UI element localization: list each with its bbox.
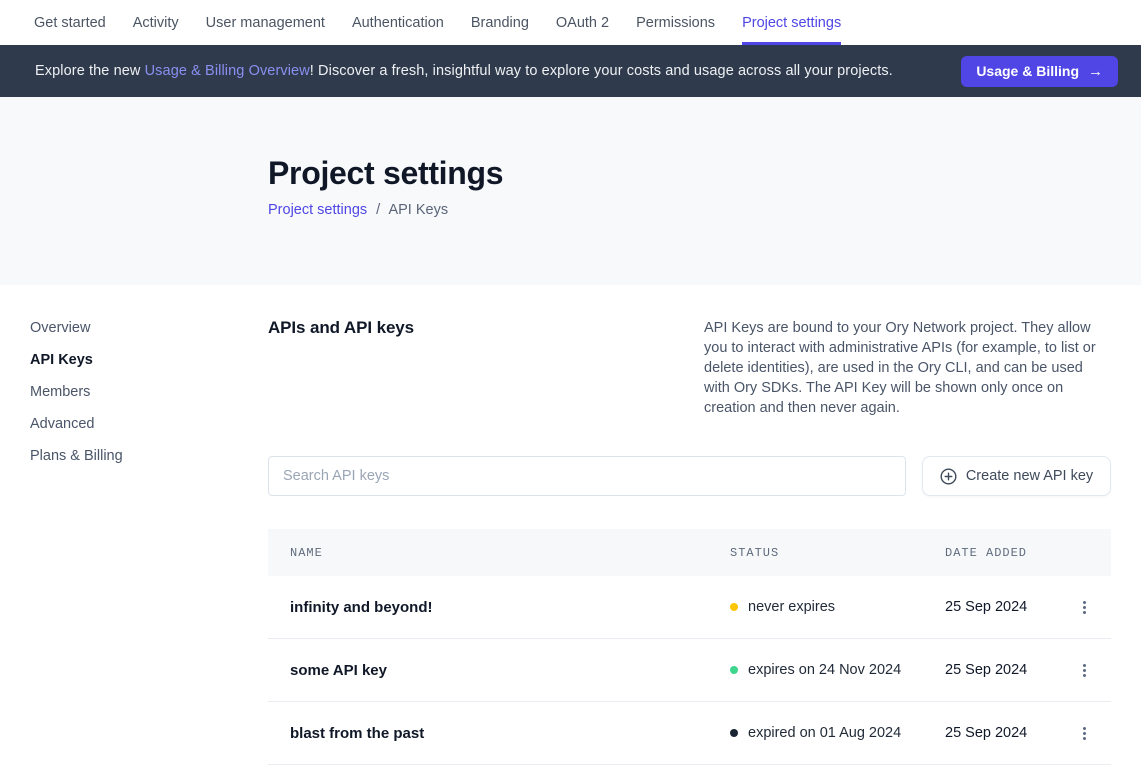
api-keys-table: NAME STATUS DATE ADDED infinity and beyo… — [268, 529, 1111, 765]
sidebar-item-advanced[interactable]: Advanced — [30, 414, 268, 434]
promo-banner: Explore the new Usage & Billing Overview… — [0, 45, 1141, 97]
page-header: Project settings Project settings / API … — [0, 97, 1141, 285]
api-key-name: some API key — [268, 662, 730, 679]
sidebar-item-overview[interactable]: Overview — [30, 318, 268, 338]
create-api-key-button-label: Create new API key — [966, 468, 1093, 484]
api-key-name: blast from the past — [268, 725, 730, 742]
api-key-status: never expires — [730, 599, 945, 615]
nav-item-permissions[interactable]: Permissions — [636, 0, 715, 45]
breadcrumb-separator: / — [376, 202, 380, 218]
table-controls: Create new API key — [268, 456, 1111, 496]
breadcrumb-project-settings-link[interactable]: Project settings — [268, 202, 367, 218]
nav-item-activity[interactable]: Activity — [133, 0, 179, 45]
table-row: blast from the past expired on 01 Aug 20… — [268, 702, 1111, 765]
row-actions-kebab-icon[interactable] — [1077, 721, 1092, 746]
row-actions-kebab-icon[interactable] — [1077, 658, 1092, 683]
nav-item-project-settings[interactable]: Project settings — [742, 0, 841, 45]
api-key-date-added: 25 Sep 2024 — [945, 662, 1057, 678]
table-row: infinity and beyond! never expires 25 Se… — [268, 576, 1111, 639]
create-api-key-button[interactable]: Create new API key — [922, 456, 1111, 496]
api-key-name: infinity and beyond! — [268, 599, 730, 616]
status-dot-icon — [730, 603, 738, 611]
plus-circle-icon — [940, 468, 957, 485]
content-area: Overview API Keys Members Advanced Plans… — [0, 285, 1141, 783]
section-description: API Keys are bound to your Ory Network p… — [704, 318, 1111, 418]
banner-message: Explore the new Usage & Billing Overview… — [35, 63, 893, 79]
nav-item-authentication[interactable]: Authentication — [352, 0, 444, 45]
nav-item-user-management[interactable]: User management — [206, 0, 325, 45]
table-row: some API key expires on 24 Nov 2024 25 S… — [268, 639, 1111, 702]
column-header-name: NAME — [268, 546, 730, 560]
row-actions-kebab-icon[interactable] — [1077, 595, 1092, 620]
usage-billing-button[interactable]: Usage & Billing → — [961, 56, 1118, 87]
breadcrumb-current: API Keys — [388, 202, 448, 218]
sidebar-item-members[interactable]: Members — [30, 382, 268, 402]
api-key-date-added: 25 Sep 2024 — [945, 599, 1057, 615]
breadcrumb: Project settings / API Keys — [268, 202, 1141, 218]
search-input[interactable] — [268, 456, 906, 496]
api-keys-panel: APIs and API keys API Keys are bound to … — [268, 285, 1111, 783]
section-intro: APIs and API keys API Keys are bound to … — [268, 285, 1111, 418]
section-title: APIs and API keys — [268, 318, 414, 418]
nav-item-branding[interactable]: Branding — [471, 0, 529, 45]
nav-item-get-started[interactable]: Get started — [34, 0, 106, 45]
arrow-right-icon: → — [1088, 63, 1103, 80]
page-title: Project settings — [268, 155, 1141, 192]
sidebar-item-plans-billing[interactable]: Plans & Billing — [30, 446, 268, 466]
status-dot-icon — [730, 666, 738, 674]
sidebar-item-api-keys[interactable]: API Keys — [30, 350, 268, 370]
top-nav: Get started Activity User management Aut… — [0, 0, 1141, 45]
usage-billing-overview-link[interactable]: Usage & Billing Overview — [145, 63, 310, 79]
column-header-date-added: DATE ADDED — [945, 546, 1057, 560]
column-header-status: STATUS — [730, 546, 945, 560]
settings-sidebar: Overview API Keys Members Advanced Plans… — [0, 285, 268, 783]
table-header-row: NAME STATUS DATE ADDED — [268, 529, 1111, 576]
api-key-status: expires on 24 Nov 2024 — [730, 662, 945, 678]
api-key-status: expired on 01 Aug 2024 — [730, 725, 945, 741]
nav-item-oauth2[interactable]: OAuth 2 — [556, 0, 609, 45]
api-key-date-added: 25 Sep 2024 — [945, 725, 1057, 741]
usage-billing-button-label: Usage & Billing — [976, 63, 1079, 79]
status-dot-icon — [730, 729, 738, 737]
